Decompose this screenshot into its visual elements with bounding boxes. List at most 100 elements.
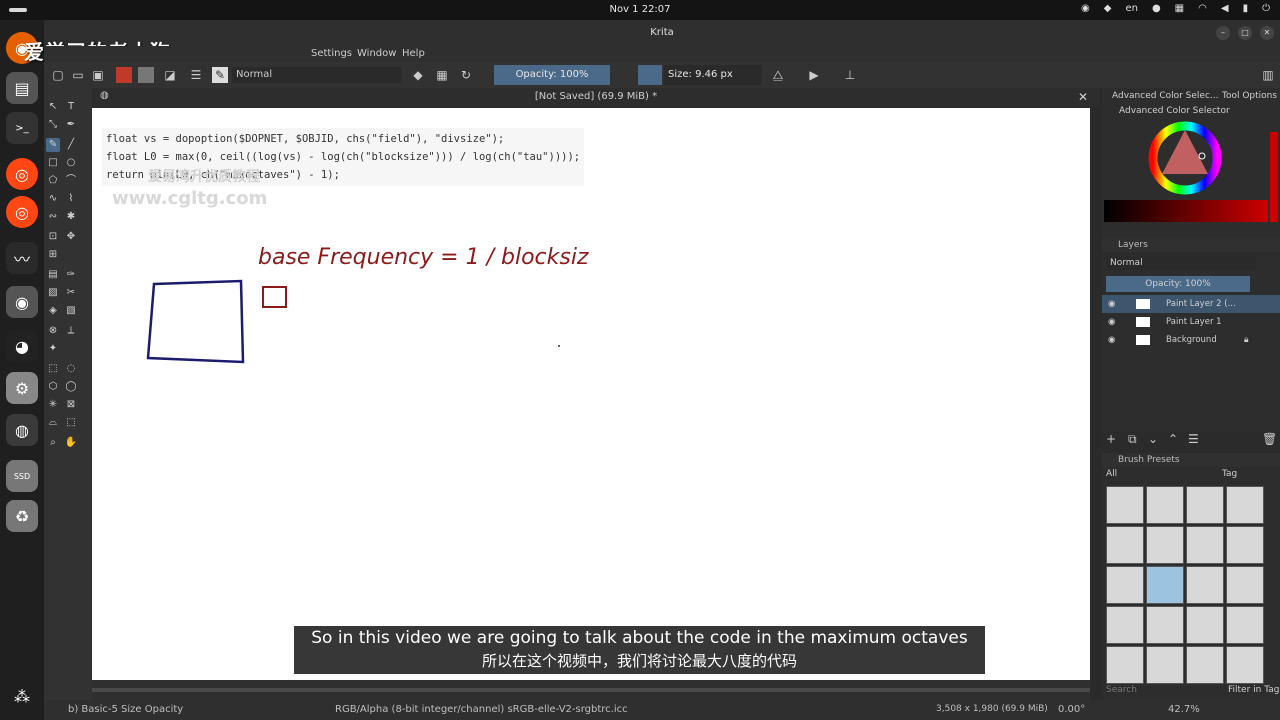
krita-icon[interactable]: ◍ <box>6 414 38 446</box>
workspace-icon[interactable]: ▥ <box>1260 67 1276 83</box>
close-window-button[interactable]: ✕ <box>1260 26 1274 40</box>
maximize-button[interactable]: □ <box>1238 26 1252 40</box>
add-layer-icon[interactable]: + <box>1106 432 1116 446</box>
layer-row[interactable]: ◉ Background 🔒︎ <box>1102 331 1280 349</box>
brush-preset-tile[interactable] <box>1186 486 1224 524</box>
brush-settings-icon[interactable]: ☰ <box>188 67 204 83</box>
wifi-icon[interactable]: ◠ <box>1198 3 1207 14</box>
minimize-button[interactable]: – <box>1216 26 1230 40</box>
brush-preset-tile[interactable] <box>1226 646 1264 684</box>
menu-settings[interactable]: Settings <box>311 48 352 59</box>
drawing-canvas[interactable]: float vs = dopoption($DOPNET, $OBJID, ch… <box>92 108 1090 680</box>
status-zoom[interactable]: 42.7% <box>1168 704 1200 715</box>
ellipse-select-icon[interactable]: ◌ <box>64 362 78 376</box>
brush-preset-tile[interactable] <box>1106 566 1144 604</box>
layer-name[interactable]: Paint Layer 2 (... <box>1166 295 1236 313</box>
brush-preset-tile[interactable] <box>1146 606 1184 644</box>
eraser-icon[interactable]: ◆ <box>410 67 426 83</box>
text-tool-icon[interactable]: T <box>64 100 78 114</box>
duplicate-layer-icon[interactable]: ⧉ <box>1128 432 1137 447</box>
opacity-slider[interactable]: Opacity: 100% <box>494 65 610 85</box>
houdini-alt-icon[interactable]: ◎ <box>6 196 38 228</box>
steam-icon[interactable]: ◉ <box>1081 3 1090 14</box>
dynamic-brush-icon[interactable]: ∾ <box>46 210 60 224</box>
size-slider[interactable]: Size: 9.46 px <box>664 65 762 85</box>
calligraphy-icon[interactable]: ✒ <box>64 118 78 132</box>
layers-blend-select[interactable]: Normal <box>1106 256 1256 270</box>
contiguous-select-icon[interactable]: ✳ <box>46 398 60 412</box>
monitor-icon[interactable]: 〰 <box>6 242 38 274</box>
colorize-mask-icon[interactable]: ▨ <box>46 286 60 300</box>
rect-select-icon[interactable]: ⬚ <box>46 362 60 376</box>
brush-preset-tile[interactable] <box>1106 486 1144 524</box>
polyline-tool-icon[interactable]: ⌒ <box>64 174 78 188</box>
layer-properties-icon[interactable]: ☰ <box>1188 432 1199 446</box>
files-icon[interactable]: ▤ <box>6 72 38 104</box>
crop-tool-icon[interactable]: ⊡ <box>46 230 60 244</box>
multibrush-icon[interactable]: ✱ <box>64 210 78 224</box>
visibility-eye-icon[interactable]: ◉ <box>1108 331 1115 349</box>
document-tab[interactable]: ◍ [Not Saved] (69.9 MiB) * ✕ <box>92 88 1100 106</box>
brush-preset-tile[interactable] <box>1226 486 1264 524</box>
status-rotation[interactable]: 0.00° <box>1058 704 1085 715</box>
close-doc-icon[interactable]: ✕ <box>1078 90 1088 104</box>
obs-icon[interactable]: ◕ <box>6 330 38 362</box>
color-wheel[interactable] <box>1102 118 1280 250</box>
reference-tool-icon[interactable]: ✦ <box>46 342 60 356</box>
horizontal-scrollbar[interactable] <box>92 680 1090 700</box>
visibility-eye-icon[interactable]: ◉ <box>1108 313 1115 331</box>
brush-preset-tile[interactable] <box>1226 606 1264 644</box>
mirror-h-icon[interactable]: ⧋ <box>770 67 786 83</box>
alpha-lock-icon[interactable]: ▦ <box>434 67 450 83</box>
power-icon[interactable]: ⏻ <box>1262 3 1270 14</box>
delete-layer-icon[interactable]: 🗑︎ <box>1262 432 1277 446</box>
freehand-brush-icon[interactable]: ✎ <box>46 138 60 152</box>
bezier-select-icon[interactable]: ⌓ <box>46 416 60 430</box>
tab-advanced-color[interactable]: Advanced Color Selec... <box>1112 91 1219 101</box>
reload-icon[interactable]: ↻ <box>458 67 474 83</box>
brush-filter-select[interactable]: All <box>1106 469 1117 479</box>
freehand-select-icon[interactable]: ◯ <box>64 380 78 394</box>
layer-row[interactable]: ◉ Paint Layer 1 <box>1102 313 1280 331</box>
brush-preset-tile[interactable] <box>1186 646 1224 684</box>
menu-help[interactable]: Help <box>402 48 425 59</box>
freehand-path-icon[interactable]: ⌇ <box>64 192 78 206</box>
magnetic-select-icon[interactable]: ⬚ <box>64 416 78 430</box>
volume-icon[interactable]: ◀ <box>1221 3 1229 14</box>
gradient-tool-icon[interactable]: ▤ <box>46 268 60 282</box>
new-document-icon[interactable]: ▢ <box>50 67 66 83</box>
rectangle-tool-icon[interactable]: □ <box>46 156 60 170</box>
layer-row[interactable]: ◉ Paint Layer 2 (... <box>1102 295 1280 313</box>
shield-icon[interactable]: ◆ <box>1104 3 1112 14</box>
similar-select-icon[interactable]: ⊠ <box>64 398 78 412</box>
pattern-icon[interactable] <box>138 67 154 83</box>
tab-tool-options[interactable]: Tool Options <box>1222 91 1277 101</box>
bezier-tool-icon[interactable]: ∿ <box>46 192 60 206</box>
wrap-icon[interactable]: ⊥ <box>842 67 858 83</box>
move-down-icon[interactable]: ⌄ <box>1148 432 1158 446</box>
brush-preset-tile[interactable] <box>1106 526 1144 564</box>
pan-tool-icon[interactable]: ✋ <box>64 436 78 450</box>
color-swap-icon[interactable]: ◪ <box>162 67 178 83</box>
battery-icon[interactable]: ▮ <box>1243 3 1249 14</box>
network-icon[interactable]: ▦ <box>1175 3 1184 14</box>
status-colorspace[interactable]: RGB/Alpha (8-bit integer/channel) sRGB-e… <box>335 704 628 715</box>
zoom-tool-icon[interactable]: ⌕ <box>46 436 60 450</box>
trash-icon[interactable]: ♻ <box>6 500 38 532</box>
brush-preset-tile[interactable] <box>1226 566 1264 604</box>
ssd-icon[interactable]: SSD <box>6 460 38 492</box>
blend-mode-select[interactable]: Normal <box>232 67 402 83</box>
show-apps-icon[interactable]: ⁂ <box>6 680 38 712</box>
brush-preset-tile[interactable] <box>1146 646 1184 684</box>
status-brush[interactable]: b) Basic-5 Size Opacity <box>68 704 183 715</box>
move-tool-icon[interactable]: ✥ <box>64 230 78 244</box>
fill-tool-icon[interactable]: ◈ <box>46 304 60 318</box>
brush-preset-tile[interactable] <box>1146 486 1184 524</box>
gradient-icon[interactable] <box>116 67 132 83</box>
layer-name[interactable]: Paint Layer 1 <box>1166 313 1222 331</box>
mirror-v-icon[interactable]: ▶ <box>806 67 822 83</box>
brush-preset-tile[interactable] <box>1186 526 1224 564</box>
polygon-select-icon[interactable]: ⬡ <box>46 380 60 394</box>
polygon-tool-icon[interactable]: ⬠ <box>46 174 60 188</box>
layers-opacity-slider[interactable]: Opacity: 100% <box>1106 276 1250 292</box>
